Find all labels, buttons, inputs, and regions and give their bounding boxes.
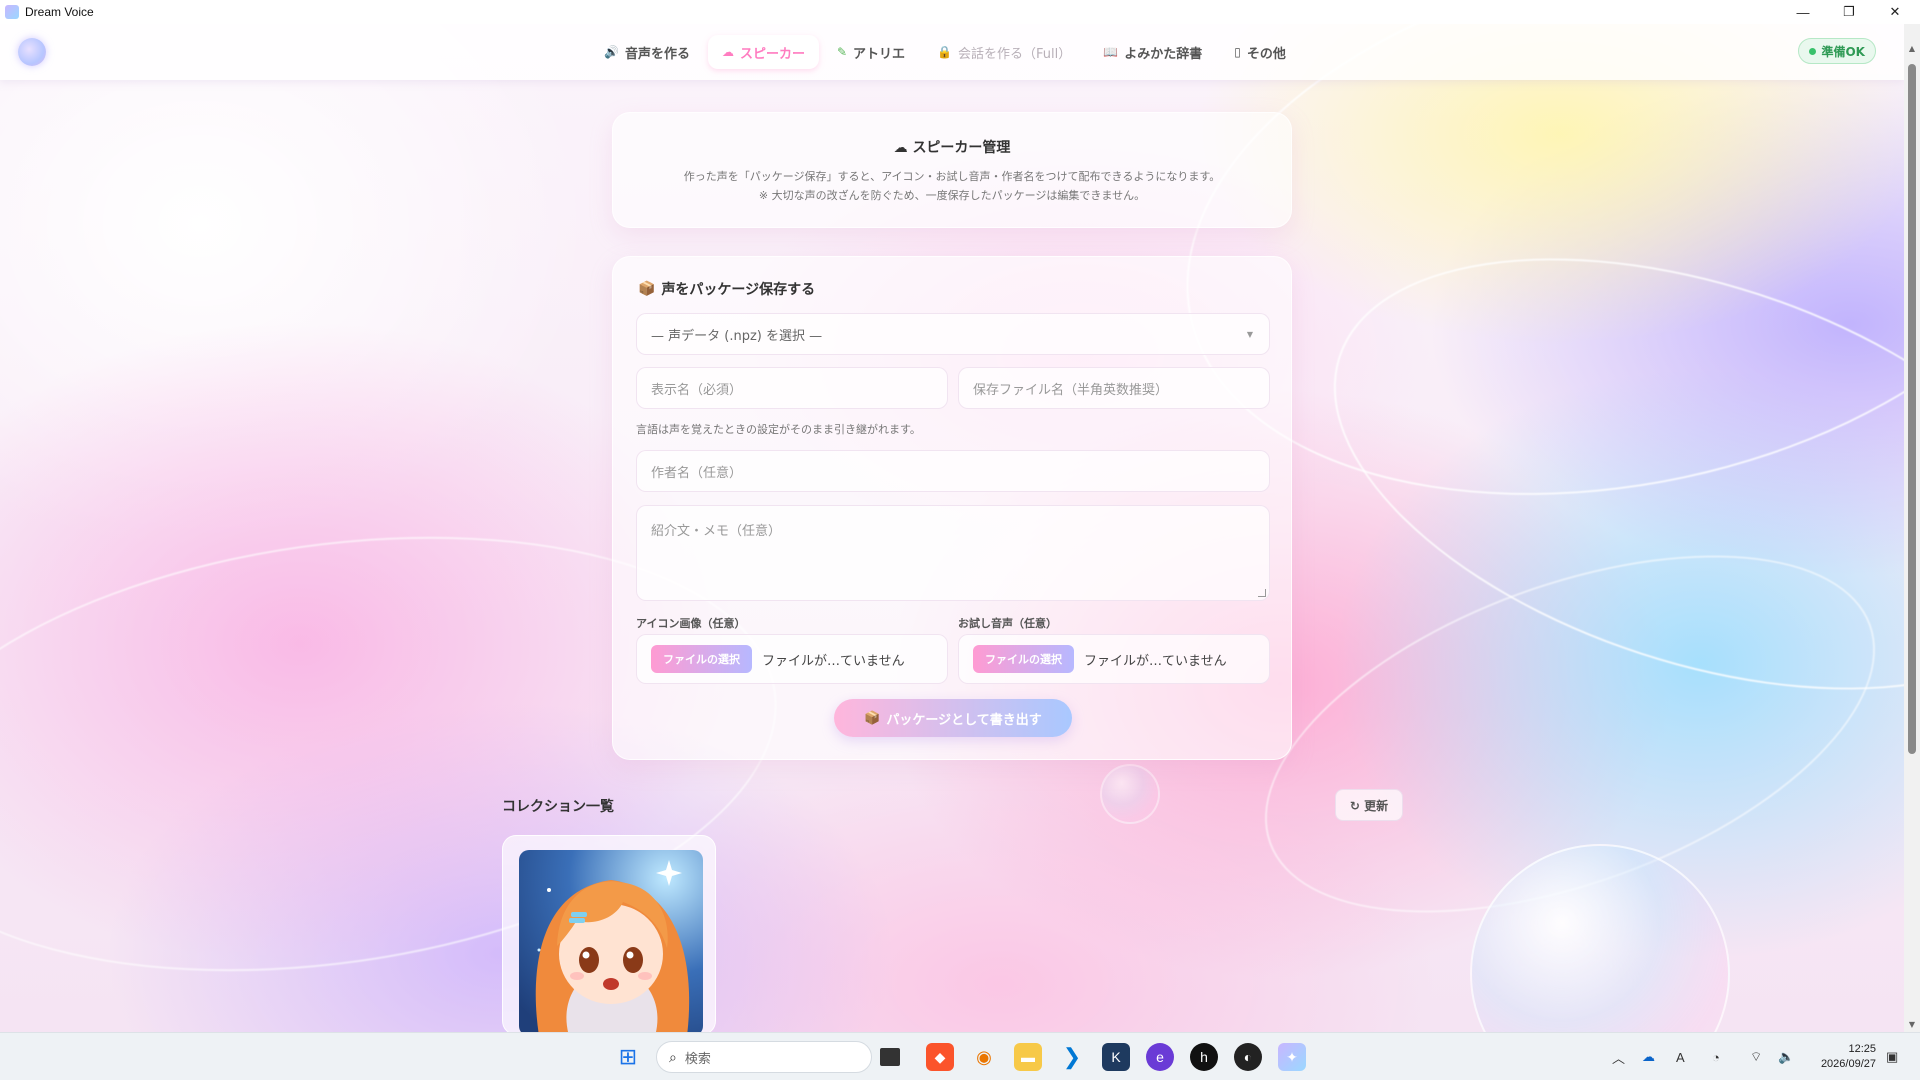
status-badge: 準備OK	[1798, 38, 1876, 64]
ime-mode-icon[interactable]: ◔	[1712, 1033, 1720, 1080]
bubble-decoration	[1100, 764, 1160, 824]
task-view-icon[interactable]	[880, 1048, 900, 1066]
tab-speaker[interactable]: ☁ スピーカー	[707, 35, 819, 69]
scroll-thumb[interactable]	[1908, 64, 1916, 754]
resize-grip-icon[interactable]	[1258, 589, 1266, 597]
memo-textarea[interactable]: 紹介文・メモ（任意）	[636, 505, 1270, 601]
vscode-icon[interactable]: ❯	[1058, 1043, 1086, 1071]
clock-date: 2026/09/27	[1820, 1058, 1876, 1070]
speaker-card[interactable]	[502, 835, 716, 1035]
windows-taskbar: ⊞ ⌕ 検索 ◆ ◉ ▬ ❯ K e h ◐ ✦ ︿ ☁ A ◔ ⌔ 🔈 12:…	[0, 1032, 1920, 1080]
tab-label: アトリエ	[853, 46, 906, 62]
dropdown-caret-icon: ▼	[1246, 329, 1253, 339]
tab-other[interactable]: ▯ その他	[1220, 35, 1300, 69]
book-icon: 📖	[1103, 45, 1119, 59]
info-text: 作った声を「パッケージ保存」すると、アイコン・お試し音声・作者名をつけて配布でき…	[683, 170, 1221, 183]
choose-file-button[interactable]: ファイルの選択	[973, 645, 1074, 673]
select-value: — 声データ (.npz) を選択 —	[651, 328, 823, 344]
file-name-input[interactable]: 保存ファイル名（半角英数推奨）	[958, 367, 1270, 409]
tab-dictionary[interactable]: 📖 よみかた辞書	[1089, 35, 1216, 69]
maximize-button[interactable]: ❐	[1826, 0, 1872, 24]
icon-image-label: アイコン画像（任意）	[636, 617, 746, 630]
tab-label: 会話を作る（Full）	[958, 46, 1072, 62]
button-label: パッケージとして書き出す	[886, 712, 1042, 728]
app-h-icon[interactable]: h	[1190, 1043, 1218, 1071]
notification-icon[interactable]: ▣	[1886, 1033, 1898, 1080]
status-text: 準備OK	[1821, 44, 1865, 59]
no-file-text: ファイルが…ていません	[1084, 653, 1227, 669]
cloud-icon: ☁	[893, 140, 913, 156]
lock-icon: 🔒	[937, 45, 953, 59]
form-heading: 📦 声をパッケージ保存する	[638, 279, 815, 299]
icon-file-input[interactable]: ファイルの選択 ファイルが…ていません	[636, 634, 948, 684]
minimize-button[interactable]: —	[1780, 0, 1826, 24]
status-dot-icon	[1809, 47, 1817, 55]
taskbar-clock[interactable]: 12:25 2026/09/27	[1821, 1042, 1876, 1072]
app-header: 🔊 音声を作る ☁ スピーカー ✎ アトリエ 🔒 会話を作る（Full） 📖 よ…	[0, 24, 1904, 80]
collection-title: コレクション一覧	[502, 799, 614, 815]
main-nav: 🔊 音声を作る ☁ スピーカー ✎ アトリエ 🔒 会話を作る（Full） 📖 よ…	[590, 35, 1300, 69]
tab-label: 音声を作る	[624, 46, 690, 62]
tab-create-voice[interactable]: 🔊 音声を作る	[590, 35, 704, 69]
choose-file-button[interactable]: ファイルの選択	[651, 645, 752, 673]
author-input[interactable]: 作者名（任意）	[636, 450, 1270, 492]
scroll-up-icon[interactable]: ▲	[1904, 40, 1920, 56]
app-icon	[5, 5, 19, 19]
memo-placeholder: 紹介文・メモ（任意）	[651, 524, 782, 539]
app-e-icon[interactable]: e	[1146, 1043, 1174, 1071]
sample-audio-label: お試し音声（任意）	[958, 617, 1057, 630]
section-heading: ☁ スピーカー管理	[613, 137, 1291, 157]
refresh-button[interactable]: ↻ 更新	[1335, 789, 1403, 821]
package-icon: 📦	[864, 710, 881, 726]
dream-voice-logo[interactable]	[18, 38, 46, 66]
scroll-down-icon[interactable]: ▼	[1904, 1016, 1920, 1032]
form-heading-text: 声をパッケージ保存する	[661, 282, 816, 298]
no-file-text: ファイルが…ていません	[762, 653, 905, 669]
pencil-icon: ✎	[836, 45, 848, 59]
warning-text: ※ 大切な声の改ざんを防ぐため、一度保存したパッケージは編集できません。	[758, 189, 1146, 202]
start-windows-icon[interactable]: ⊞	[614, 1043, 642, 1071]
kotlin-app-icon[interactable]: K	[1102, 1043, 1130, 1071]
unity-icon[interactable]: ◐	[1234, 1043, 1262, 1071]
voice-data-select[interactable]: — 声データ (.npz) を選択 — ▼	[636, 313, 1270, 355]
anime-girl-illustration	[535, 860, 690, 1034]
tray-overflow-icon[interactable]: ︿	[1612, 1033, 1625, 1080]
page-scrollbar[interactable]: ▲ ▼	[1904, 24, 1920, 1032]
blender-icon[interactable]: ◉	[970, 1043, 998, 1071]
heading-text: スピーカー管理	[912, 140, 1011, 156]
tab-label: その他	[1246, 46, 1286, 62]
window-titlebar: Dream Voice — ❐ ✕	[0, 0, 1920, 24]
tab-label: よみかた辞書	[1124, 46, 1203, 62]
speaker-management-card: ☁ スピーカー管理 作った声を「パッケージ保存」すると、アイコン・お試し音声・作…	[612, 112, 1292, 228]
display-name-input[interactable]: 表示名（必須）	[636, 367, 948, 409]
taskbar-search[interactable]: ⌕ 検索	[656, 1041, 872, 1073]
package-icon: 📦	[638, 281, 656, 297]
search-icon: ⌕	[669, 1048, 677, 1065]
tab-label: スピーカー	[739, 46, 805, 62]
window-title: Dream Voice	[25, 5, 94, 19]
search-placeholder: 検索	[684, 1050, 711, 1066]
dream-voice-taskbar-icon[interactable]: ✦	[1278, 1043, 1306, 1071]
volume-icon[interactable]: 🔈	[1778, 1033, 1794, 1080]
export-package-button[interactable]: 📦 パッケージとして書き出す	[834, 699, 1072, 737]
file-explorer-icon[interactable]: ▬	[1014, 1043, 1042, 1071]
document-icon: ▯	[1234, 45, 1241, 59]
clock-time: 12:25	[1848, 1043, 1876, 1055]
ime-icon[interactable]: A	[1676, 1033, 1685, 1080]
cloud-icon: ☁	[721, 45, 734, 59]
sample-file-input[interactable]: ファイルの選択 ファイルが…ていません	[958, 634, 1270, 684]
tab-atelier[interactable]: ✎ アトリエ	[823, 35, 919, 69]
wifi-icon[interactable]: ⌔	[1750, 1033, 1762, 1080]
speaker-icon: 🔊	[604, 45, 619, 59]
onedrive-icon[interactable]: ☁	[1642, 1033, 1655, 1080]
brave-browser-icon[interactable]: ◆	[926, 1043, 954, 1071]
tab-conversation[interactable]: 🔒 会話を作る（Full）	[923, 35, 1085, 69]
language-hint: 言語は声を覚えたときの設定がそのまま引き継がれます。	[636, 423, 921, 436]
package-save-form: 📦 声をパッケージ保存する — 声データ (.npz) を選択 — ▼ 表示名（…	[612, 256, 1292, 760]
close-button[interactable]: ✕	[1872, 0, 1918, 24]
speaker-avatar	[519, 850, 703, 1034]
